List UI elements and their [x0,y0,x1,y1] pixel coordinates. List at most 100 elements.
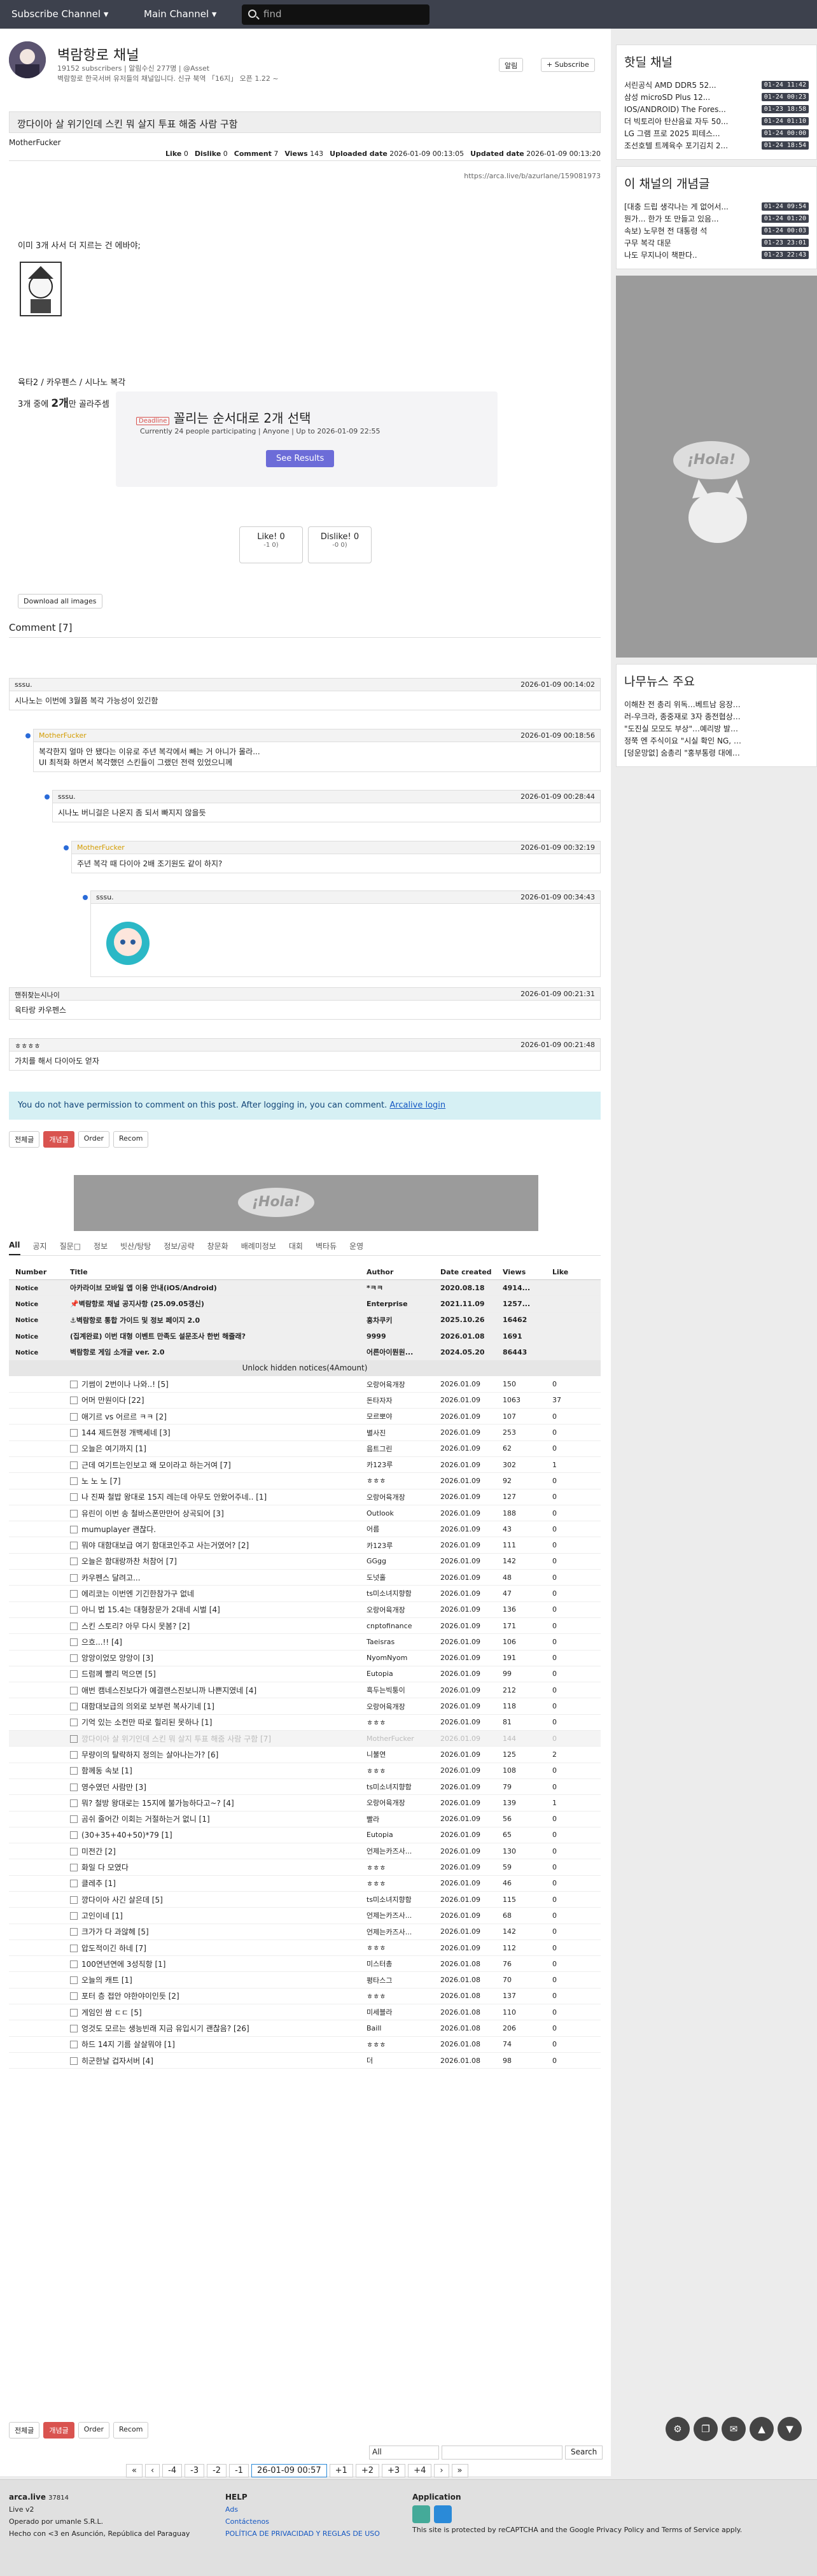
post-title-link[interactable]: 기썸이 2번이나 나와..! [5] [81,1380,169,1389]
post-title-cell[interactable]: 애기르 vs 어르르 ㅋㅋ [2] [70,1411,367,1422]
post-author[interactable]: 9999 [367,1332,440,1341]
notice-row[interactable]: Notice 📌벽람항로 채널 공지사항 (25.09.05갱신) Enterpri… [9,1296,601,1313]
hotdeal-item[interactable]: 더 빅토리아 탄산음료 자두 50... 01-24 01:10 [624,115,809,127]
hotdeal-item[interactable]: LG 그램 프로 2025 피테스... 01-24 00:00 [624,127,809,139]
table-row[interactable]: 어머 만원이다 [22] 돈타자자 2026.01.09 1063 37 [9,1393,601,1409]
item-title[interactable]: 삼성 microSD Plus 12... [624,92,710,102]
app-store-icon[interactable] [434,2505,452,2523]
table-row[interactable]: 화일 다 모였다 ㅎㅎㅎ 2026.01.09 59 0 [9,1859,601,1876]
post-author[interactable]: ts미소녀지향함 [367,1588,440,1598]
post-title-link[interactable]: 으흐...!! [4] [81,1638,122,1647]
item-title[interactable]: 서린공식 AMD DDR5 52... [624,80,716,90]
post-title-link[interactable]: 오늘은 함대랑까찬 처참어 [7] [81,1557,177,1566]
item-title[interactable]: 뭔가... 한가 또 만들고 있음... [624,213,719,224]
post-title-link[interactable]: mumuplayer 괜찮다. [81,1525,156,1534]
post-title-cell[interactable]: 어머 만원이다 [22] [70,1395,367,1405]
table-row[interactable]: 유린이 이번 송 철바스폰만만어 상곡되어 [3] Outlook 2026.01.… [9,1505,601,1522]
table-row[interactable]: 스킨 스토리? 아무 다시 못봄? [2] cnptofinance 2026.01… [9,1618,601,1635]
table-row[interactable]: 기억 있는 소컨만 따로 힐리된 못하나 [1] ㅎㅎㅎ 2026.01.09 81 0 [9,1715,601,1731]
copy-icon[interactable]: ❐ [694,2417,718,2441]
post-title-cell[interactable]: 미전간 [2] [70,1846,367,1857]
post-title-link[interactable]: 노 노 노 [7] [81,1477,121,1486]
table-row[interactable]: 크가가 다 과않헤 [5] 언제는카즈사... 2026.01.09 142 0 [9,1924,601,1940]
post-title-link[interactable]: 대함대보급의 의외로 보부런 복사기네 [1] [81,1702,214,1711]
post-title-link[interactable]: 아카라이브 모바일 앱 이용 안내(iOS/Android) [70,1283,367,1293]
table-row[interactable]: 깡다이아 살 위기인데 스킨 뭐 살지 투표 해줌 사람 구함 [7] Mothe… [9,1731,601,1747]
post-author[interactable]: ㅎㅎㅎ [367,1991,440,2001]
category-tab[interactable]: All [9,1241,20,1255]
post-title-cell[interactable]: 깡다이아 사긴 살은데 [5] [70,1894,367,1905]
news-title-link[interactable]: [덩운망없] 숨총리 "홍부통령 대에관계 조연... [624,747,745,758]
post-title-link[interactable]: 기억 있는 소컨만 따로 힐리된 못하나 [1] [81,1718,213,1727]
table-row[interactable]: 무량이의 탈락하지 정의는 살아나는가? [6] 니불연 2026.01.09 125… [9,1747,601,1763]
page-button[interactable]: « [126,2464,143,2477]
subscribe-channel-menu[interactable]: Subscribe Channel ▾ [11,8,108,20]
hotdeal-item[interactable]: IOS/ANDROID) The Fores... 01-23 18:58 [624,103,809,115]
post-title-cell[interactable]: 기억 있는 소컨만 따로 힐리된 못하나 [1] [70,1717,367,1728]
post-title-cell[interactable]: 무량이의 탈락하지 정의는 살아나는가? [6] [70,1749,367,1760]
post-title-link[interactable]: 오늘의 캐트 [1] [81,1976,132,1985]
page-button[interactable]: -2 [207,2464,227,2477]
page-button[interactable]: › [434,2464,449,2477]
post-title-link[interactable]: 엉것도 모르는 생능빈래 지금 유입시기 괜찮음? [26] [81,2024,249,2033]
item-title[interactable]: IOS/ANDROID) The Fores... [624,105,726,114]
post-title-link[interactable]: 뭐? 철방 왕대로는 15지에 불가능하다고~? [4] [81,1799,234,1808]
post-author[interactable]: 어른아이뭔원... [367,1347,440,1357]
page-button[interactable]: 26-01-09 00:57 [251,2464,327,2477]
page-button[interactable]: -3 [185,2464,205,2477]
item-title[interactable]: LG 그램 프로 2025 피테스... [624,128,720,139]
post-title-cell[interactable]: 영수였던 사람만 [3] [70,1782,367,1792]
post-title-cell[interactable]: 게임인 쌈 ㄷㄷ [5] [70,2007,367,2018]
post-author[interactable]: 언제는카즈사... [367,1910,440,1920]
post-title-cell[interactable]: 깡다이아 살 위기인데 스킨 뭐 살지 투표 해줌 사람 구함 [7] [70,1733,367,1744]
scroll-down-icon[interactable]: ▼ [778,2417,802,2441]
post-title-link[interactable]: 화일 다 모였다 [81,1863,129,1872]
post-title-cell[interactable]: 크가가 다 과않헤 [5] [70,1926,367,1937]
table-row[interactable]: 미전간 [2] 언제는카즈사... 2026.01.09 130 0 [9,1843,601,1860]
post-author[interactable]: ㅎㅎㅎ [367,1943,440,1953]
post-title-cell[interactable]: 나 진짜 철밥 왕대로 15지 레는데 아무도 안왔어주네.. [1] [70,1491,367,1502]
table-row[interactable]: 애기르 vs 어르르 ㅋㅋ [2] 모르뽀야 2026.01.09 107 0 [9,1409,601,1425]
news-item[interactable]: "도진실 모모도 부상"…예리방 발목 수술 3... [624,722,809,735]
table-row[interactable]: 카우펜스 달려고... 도넛홀 2026.01.09 48 0 [9,1570,601,1586]
table-row[interactable]: 100연년연에 3성직항 [1] 미스터총 2026.01.08 76 0 [9,1956,601,1973]
post-author[interactable]: Eutopia [367,1831,440,1839]
unlock-hidden-notices-button[interactable]: Unlock hidden notices(4Amount) [9,1360,601,1377]
post-author[interactable]: cnptofinance [367,1622,440,1630]
post-title-link[interactable]: 클레추 [1] [81,1879,116,1888]
table-row[interactable]: 나 진짜 철밥 왕대로 15지 레는데 아무도 안왔어주네.. [1] 오랑어육개… [9,1489,601,1505]
post-title-link[interactable]: 오늘은 여기까지 [1] [81,1444,146,1453]
post-title-cell[interactable]: 애번 캠네스진보다가 예결랜스진보니까 나쁜지였네 [4] [70,1685,367,1696]
item-title[interactable]: 속보) 노무현 전 대통령 석 [624,225,707,236]
table-row[interactable]: 영수였던 사람만 [3] ts미소녀지향함 2026.01.09 79 0 [9,1779,601,1796]
post-author[interactable]: 오랑어육개장 [367,1379,440,1390]
post-title-link[interactable]: 뭐야 대함대보급 여기 함대코인주고 사는거였어? [2] [81,1541,249,1550]
news-item[interactable]: [덩운망없] 숨총리 "홍부통령 대에관계 조연... [624,747,809,759]
post-title-link[interactable]: 곰쉬 줄어간 이회는 거절하는거 없니 [1] [81,1815,210,1824]
post-title-link[interactable]: 애번 캠네스진보다가 예결랜스진보니까 나쁜지였네 [4] [81,1686,256,1695]
alarm-button[interactable]: 알림 [499,58,524,72]
post-author[interactable]: 어름 [367,1524,440,1534]
post-title-link[interactable]: ⚓벽람항로 통합 가이드 및 정보 페이지 2.0 [70,1315,367,1325]
search-scope-select[interactable]: All [369,2446,439,2460]
dislike-button[interactable]: Dislike! 0 -0 0) [308,526,372,563]
page-button[interactable]: +4 [408,2464,432,2477]
post-title-link[interactable]: 유린이 이번 송 철바스폰만만어 상곡되어 [3] [81,1509,224,1518]
table-row[interactable]: mumuplayer 괜찮다. 어름 2026.01.09 43 0 [9,1521,601,1538]
ad-banner[interactable]: ¡Hola! [74,1175,538,1231]
order-select[interactable]: Order [78,1131,110,1148]
best-post-item[interactable]: 뭔가... 한가 또 만들고 있음... 01-24 01:20 [624,213,809,225]
item-title[interactable]: 조선호텔 트께육수 포기김치 2... [624,140,728,151]
scroll-up-icon[interactable]: ▲ [750,2417,774,2441]
table-row[interactable]: 히군한날 겁자서버 [4] 더 2026.01.08 98 0 [9,2053,601,2069]
category-tab[interactable]: 빗산/탕탕 [120,1241,151,1255]
table-row[interactable]: 깡다이아 사긴 살은데 [5] ts미소녀지향함 2026.01.09 115 0 [9,1892,601,1908]
item-title[interactable]: [대충 드립 생각나는 게 없어서... [624,201,729,212]
table-row[interactable]: 함께동 속보 [1] ㅎㅎㅎ 2026.01.09 108 0 [9,1763,601,1779]
news-title-link[interactable]: "도진실 모모도 부상"…예리방 발목 수술 3... [624,723,745,734]
post-author[interactable]: 카123루 [367,1460,440,1470]
post-author[interactable]: MotherFucker [9,138,61,147]
post-author[interactable]: ㅎㅎㅎ [367,1766,440,1776]
post-title-cell[interactable]: (30+35+40+50)*79 [1] [70,1831,367,1840]
post-title-link[interactable]: 압도적이긴 하네 [7] [81,1944,146,1953]
